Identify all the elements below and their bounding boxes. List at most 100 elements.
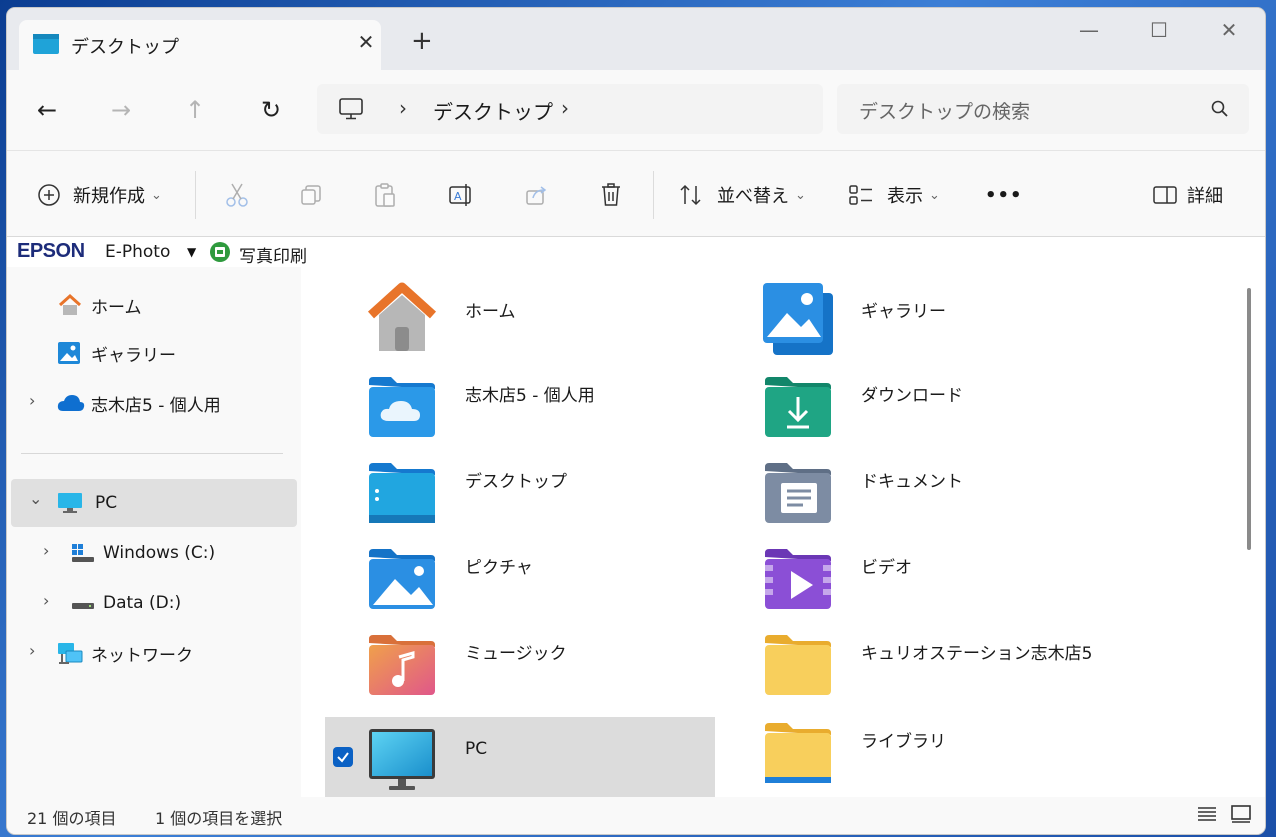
chevron-down-icon: ⌄ (929, 187, 940, 203)
pc-icon (365, 723, 439, 797)
ephoto-menu[interactable]: E-Photo (105, 242, 170, 262)
sidebar-item-network[interactable]: › ネットワーク (7, 629, 297, 677)
details-view-icon[interactable] (1197, 805, 1217, 827)
sidebar-item-gallery[interactable]: ギャラリー (7, 329, 297, 377)
command-bar: 新規作成 ⌄ A 並べ替え ⌄ 表示 ⌄ ••• 詳細 (7, 150, 1265, 237)
title-bar: デスクトップ ✕ + — ☐ ✕ (7, 8, 1265, 70)
breadcrumb-separator[interactable]: › (561, 96, 569, 120)
cut-button[interactable] (223, 175, 251, 215)
status-bar: 21 個の項目 1 個の項目を選択 (7, 797, 1265, 834)
plus-circle-icon (35, 181, 63, 209)
paste-button[interactable] (371, 175, 399, 215)
epson-toolbar: EPSON E-Photo ▼ 写真印刷 (7, 236, 1265, 268)
selected-checkbox[interactable] (333, 747, 353, 767)
dropdown-arrow-icon[interactable]: ▼ (187, 245, 196, 259)
list-item-downloads[interactable]: ダウンロード (721, 359, 1111, 439)
forward-button[interactable]: → (103, 92, 139, 128)
back-button[interactable]: ← (29, 92, 65, 128)
chevron-down-icon[interactable]: ⌄ (29, 489, 42, 508)
list-item-documents[interactable]: ドキュメント (721, 445, 1111, 525)
sidebar-item-windows-c[interactable]: › Windows (C:) (7, 529, 297, 577)
details-pane-icon (1151, 181, 1179, 209)
breadcrumb-desktop[interactable]: デスクトップ (433, 96, 553, 125)
sort-arrows-icon (677, 181, 705, 209)
vertical-scrollbar[interactable] (1247, 288, 1251, 550)
sort-button[interactable]: 並べ替え ⌄ (677, 175, 806, 215)
search-icon (1211, 100, 1229, 122)
chevron-right-icon[interactable]: › (29, 641, 35, 660)
list-item-home[interactable]: ホーム (325, 273, 715, 353)
item-label: キュリオステーション志木店5 (861, 644, 1093, 664)
view-button[interactable]: 表示 ⌄ (847, 175, 940, 215)
library-folder-icon (761, 711, 835, 785)
maximize-button[interactable]: ☐ (1139, 18, 1179, 48)
list-item-desktop[interactable]: デスクトップ (325, 445, 715, 525)
details-pane-button[interactable]: 詳細 (1151, 175, 1223, 215)
share-button[interactable] (523, 175, 551, 215)
delete-button[interactable] (597, 175, 625, 215)
pc-monitor-icon (339, 98, 363, 124)
sidebar-divider (21, 453, 283, 454)
more-options-button[interactable]: ••• (985, 175, 1023, 215)
sidebar-item-onedrive[interactable]: › 志木店5 - 個人用 (7, 379, 297, 427)
pictures-folder-icon (365, 537, 439, 611)
list-item-pc[interactable]: PC (325, 717, 715, 797)
home-icon (57, 293, 83, 322)
epson-logo: EPSON (17, 240, 85, 262)
item-label: ライブラリ (861, 732, 946, 752)
system-drive-icon (71, 543, 95, 568)
list-item-folder[interactable]: キュリオステーション志木店5 (721, 617, 1111, 697)
item-label: ダウンロード (861, 386, 963, 406)
new-tab-button[interactable]: + (411, 28, 433, 54)
search-box[interactable]: デスクトップの検索 (837, 84, 1249, 134)
tab-close-icon[interactable]: ✕ (353, 30, 379, 54)
navigation-bar: ← → ↑ ↻ › デスクトップ › デスクトップの検索 (7, 70, 1265, 150)
gallery-icon (761, 279, 835, 355)
item-label: ホーム (465, 302, 516, 322)
item-label: ピクチャ (465, 558, 533, 578)
list-item-videos[interactable]: ビデオ (721, 531, 1111, 611)
desktop-folder-icon (365, 451, 439, 525)
item-label: ミュージック (465, 644, 567, 664)
details-label: 詳細 (1187, 186, 1223, 207)
chevron-right-icon[interactable]: › (29, 391, 35, 410)
navigation-pane: ホーム ギャラリー › 志木店5 - 個人用 ⌄ PC › Windows (C… (7, 267, 301, 797)
refresh-button[interactable]: ↻ (253, 92, 289, 128)
up-button[interactable]: ↑ (177, 92, 213, 128)
sort-label: 並べ替え (717, 186, 789, 207)
sidebar-item-label: Windows (C:) (103, 543, 216, 563)
rename-button[interactable]: A (447, 175, 475, 215)
gallery-icon (57, 341, 81, 370)
close-window-button[interactable]: ✕ (1209, 18, 1249, 48)
chevron-down-icon: ⌄ (795, 187, 806, 203)
music-folder-icon (365, 623, 439, 697)
item-count: 21 個の項目 (27, 809, 117, 828)
onedrive-folder-icon (365, 365, 439, 439)
chevron-right-icon[interactable]: › (43, 541, 49, 560)
sidebar-item-pc[interactable]: ⌄ PC (11, 479, 297, 527)
new-label: 新規作成 (73, 186, 145, 207)
trash-icon (597, 181, 625, 209)
tab-desktop[interactable]: デスクトップ ✕ (19, 20, 381, 70)
copy-button[interactable] (297, 175, 325, 215)
sidebar-item-data-d[interactable]: › Data (D:) (7, 579, 297, 627)
list-item-gallery[interactable]: ギャラリー (721, 273, 1111, 355)
search-placeholder: デスクトップの検索 (859, 101, 1031, 123)
photo-print-icon (209, 241, 231, 267)
pc-icon (57, 492, 83, 519)
list-item-pictures[interactable]: ピクチャ (325, 531, 715, 611)
list-item-music[interactable]: ミュージック (325, 617, 715, 697)
new-button[interactable]: 新規作成 ⌄ (35, 175, 162, 215)
network-icon (57, 641, 83, 670)
chevron-right-icon[interactable]: › (43, 591, 49, 610)
rename-icon: A (447, 181, 475, 209)
tab-title: デスクトップ (71, 37, 179, 58)
clipboard-icon (371, 181, 399, 209)
photo-print-button[interactable]: 写真印刷 (239, 242, 307, 267)
minimize-button[interactable]: — (1069, 18, 1109, 48)
sidebar-item-home[interactable]: ホーム (7, 281, 297, 329)
address-bar[interactable]: › デスクトップ › (317, 84, 823, 134)
list-item-onedrive[interactable]: 志木店5 - 個人用 (325, 359, 715, 439)
list-item-library[interactable]: ライブラリ (721, 705, 1111, 785)
tiles-view-icon[interactable] (1231, 805, 1251, 827)
